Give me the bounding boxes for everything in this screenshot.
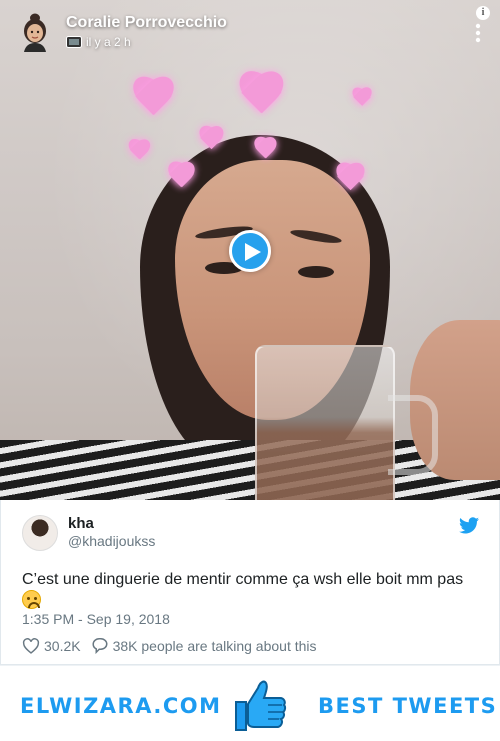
conversation-link[interactable]: 38K people are talking about this xyxy=(91,637,317,654)
tweet-card: kha @khadijoukss C’est une dinguerie de … xyxy=(0,500,500,665)
crying-face-icon xyxy=(22,590,41,609)
heart-filter-icon xyxy=(332,164,368,196)
snap-header: Coralie Porrovecchio il y a 2 h xyxy=(0,0,500,60)
heart-filter-icon xyxy=(350,88,374,110)
talking-count: 38K people are talking about this xyxy=(112,637,317,654)
heart-filter-icon xyxy=(126,140,152,164)
bitmoji-avatar-icon xyxy=(24,13,46,52)
site-brand[interactable]: ELWIZARA.COM xyxy=(20,694,222,718)
heart-filter-icon xyxy=(164,163,198,193)
tweet-video[interactable]: Coralie Porrovecchio il y a 2 h i xyxy=(0,0,500,500)
heart-filter-icon xyxy=(128,78,178,124)
like-count: 30.2K xyxy=(44,637,81,654)
more-options-icon[interactable] xyxy=(470,16,486,44)
heart-filter-icon xyxy=(251,138,279,163)
avatar[interactable] xyxy=(22,515,58,551)
snap-timestamp: il y a 2 h xyxy=(66,35,131,49)
best-tweets-label: BEST TWEETS xyxy=(318,694,498,718)
heart-icon xyxy=(22,637,40,654)
tweet-text-body: C’est une dinguerie de mentir comme ça w… xyxy=(22,571,464,588)
reply-bubble-icon xyxy=(92,638,108,654)
tweet-timestamp[interactable]: 1:35 PM - Sep 19, 2018 xyxy=(22,611,170,627)
tweet-author-handle[interactable]: @khadijoukss xyxy=(68,533,155,549)
tweet-text: C’est une dinguerie de mentir comme ça w… xyxy=(22,569,482,611)
heart-filter-icon xyxy=(233,73,288,123)
snap-user-name: Coralie Porrovecchio xyxy=(66,14,227,31)
like-button[interactable]: 30.2K xyxy=(22,638,81,654)
play-icon xyxy=(245,243,261,261)
info-icon[interactable]: i xyxy=(476,6,490,20)
tweet-author-name[interactable]: kha xyxy=(68,515,94,532)
thumbs-up-icon xyxy=(235,680,287,731)
tweet-actions: 30.2K 38K people are talking about this xyxy=(22,637,327,654)
snap-time-label: il y a 2 h xyxy=(86,35,131,49)
play-button[interactable] xyxy=(229,230,271,272)
twitter-bird-icon[interactable] xyxy=(459,517,479,534)
story-icon xyxy=(66,36,82,48)
heart-filter-icon xyxy=(196,127,226,154)
footer-banner: ELWIZARA.COM BEST TWEETS xyxy=(0,665,500,741)
